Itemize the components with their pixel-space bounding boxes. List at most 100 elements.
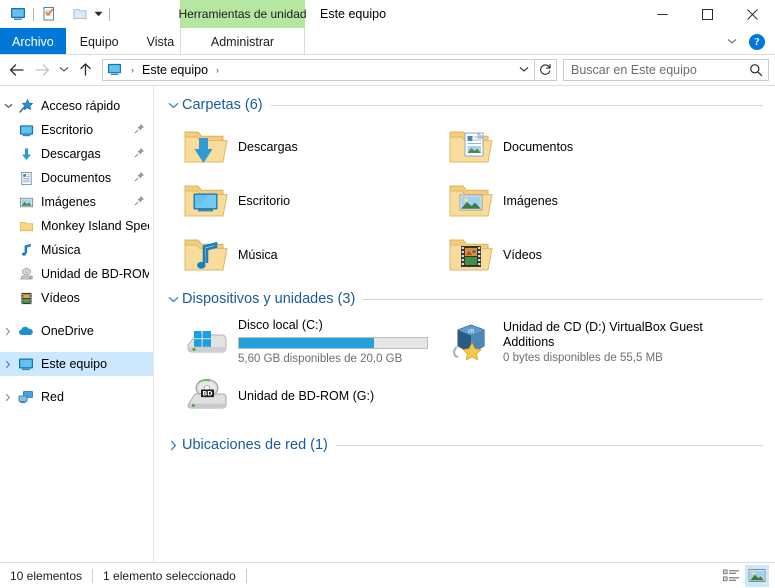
navigation-pane[interactable]: Acceso rápido Escritorio Descargas Docum… <box>0 86 154 562</box>
folder-tile-descargas[interactable]: Descargas <box>170 120 435 174</box>
search-icon[interactable] <box>744 60 768 80</box>
network-icon <box>16 389 36 405</box>
search-box[interactable] <box>563 58 769 81</box>
chevron-right-icon[interactable] <box>164 440 182 451</box>
refresh-button[interactable] <box>535 58 557 81</box>
sidebar-item-imagenes[interactable]: Imágenes <box>0 190 153 214</box>
search-input[interactable] <box>564 62 744 77</box>
chevron-down-icon[interactable] <box>723 32 741 52</box>
folder-tile-videos[interactable]: Vídeos <box>435 228 700 282</box>
group-title: Carpetas (6) <box>182 97 263 113</box>
breadcrumb-separator-trailing[interactable]: › <box>210 65 225 75</box>
folder-icon <box>16 219 36 234</box>
sidebar-item-label: Imágenes <box>41 195 96 209</box>
chevron-right-icon[interactable] <box>0 360 16 369</box>
chevron-right-icon[interactable] <box>0 393 16 402</box>
folder-tile-label: Vídeos <box>503 248 542 262</box>
folder-tile-label: Imágenes <box>503 194 558 208</box>
sidebar-item-monkey-island-spec[interactable]: Monkey Island Spec <box>0 214 153 238</box>
pin-star-icon <box>16 98 36 114</box>
sidebar-item-label: Documentos <box>41 171 112 185</box>
chevron-down-icon[interactable] <box>164 102 182 109</box>
virtualbox-cd-icon: VB <box>445 318 497 366</box>
sidebar-item-descargas[interactable]: Descargas <box>0 142 153 166</box>
capacity-bar-fill <box>239 338 375 348</box>
sidebar-item-label: Este equipo <box>41 357 108 371</box>
downloads-icon <box>16 147 36 162</box>
recent-locations-button[interactable] <box>54 58 73 82</box>
breadcrumb-separator[interactable]: › <box>125 65 140 75</box>
back-button[interactable] <box>4 58 29 82</box>
sidebar-item-red[interactable]: Red <box>0 385 153 409</box>
tab-administrar[interactable]: Administrar <box>205 28 280 55</box>
up-button[interactable] <box>73 58 98 82</box>
videos-icon <box>16 291 36 306</box>
drive-info: Disco local (C:) 5,60 GB disponibles de … <box>232 318 428 366</box>
capacity-bar <box>238 337 428 349</box>
toolbar-separator <box>109 7 110 21</box>
sidebar-item-label: Acceso rápido <box>41 99 121 113</box>
pin-icon[interactable] <box>134 147 145 161</box>
sidebar-item-este-equipo[interactable]: Este equipo <box>0 352 153 376</box>
svg-text:VB: VB <box>468 329 475 335</box>
pictures-icon <box>16 195 36 210</box>
sidebar-item-escritorio[interactable]: Escritorio <box>0 118 153 142</box>
desktop-folder-icon <box>180 177 232 225</box>
group-title: Dispositivos y unidades (3) <box>182 291 356 307</box>
details-view-button[interactable] <box>719 565 743 587</box>
sidebar-group-spacer <box>0 376 153 385</box>
folder-tile-label: Documentos <box>503 140 574 154</box>
group-header-carpetas[interactable]: Carpetas (6) <box>164 92 775 118</box>
breadcrumb[interactable]: › Este equipo › <box>102 58 535 81</box>
large-icons-view-button[interactable] <box>745 564 769 587</box>
minimize-button[interactable] <box>640 0 685 28</box>
status-separator <box>245 568 247 583</box>
chevron-down-icon[interactable] <box>0 103 16 109</box>
status-separator <box>92 568 94 583</box>
group-header-dispositivos[interactable]: Dispositivos y unidades (3) <box>164 286 775 312</box>
sidebar-item-acceso-rapido[interactable]: Acceso rápido <box>0 94 153 118</box>
sidebar-item-documentos[interactable]: Documentos <box>0 166 153 190</box>
drive-name: Unidad de CD (D:) VirtualBox Guest Addit… <box>503 319 703 349</box>
optical-drive-icon <box>16 267 36 282</box>
chevron-down-icon[interactable] <box>91 3 105 25</box>
file-explorer-window: Herramientas de unidad Este equipo Archi… <box>0 0 775 588</box>
chevron-down-icon[interactable] <box>514 60 534 80</box>
folder-tile-musica[interactable]: Música <box>170 228 435 282</box>
sidebar-item-videos[interactable]: Vídeos <box>0 286 153 310</box>
folder-tiles: Descargas Documentos Escritorio Imágenes… <box>164 120 775 282</box>
folder-tile-imagenes[interactable]: Imágenes <box>435 174 700 228</box>
pin-icon[interactable] <box>134 123 145 137</box>
group-header-ubicaciones-de-red[interactable]: Ubicaciones de red (1) <box>164 432 775 458</box>
pin-icon[interactable] <box>134 171 145 185</box>
folder-tile-escritorio[interactable]: Escritorio <box>170 174 435 228</box>
drive-tile-disco-local-c[interactable]: Disco local (C:) 5,60 GB disponibles de … <box>170 314 435 370</box>
content-pane[interactable]: Carpetas (6) Descargas Documentos Escrit… <box>154 86 775 562</box>
pin-icon[interactable] <box>134 195 145 209</box>
maximize-button[interactable] <box>685 0 730 28</box>
sidebar-item-unidad-bd-rom[interactable]: Unidad de BD-ROM <box>0 262 153 286</box>
drive-tile-unidad-bd-rom-g[interactable]: BD Unidad de BD-ROM (G:) <box>170 368 435 424</box>
contextual-tab-group: Administrar <box>180 28 305 55</box>
tab-archivo[interactable]: Archivo <box>0 28 66 55</box>
folder-tile-documentos[interactable]: Documentos <box>435 120 700 174</box>
group-divider <box>335 444 763 446</box>
sidebar-item-musica[interactable]: Música <box>0 238 153 262</box>
properties-icon[interactable] <box>38 3 60 25</box>
forward-button[interactable] <box>29 58 54 82</box>
drive-capacity-text: 0 bytes disponibles de 55,5 MB <box>503 351 663 364</box>
drive-capacity-text: 5,60 GB disponibles de 20,0 GB <box>238 353 403 365</box>
new-folder-icon[interactable] <box>69 3 91 25</box>
sidebar-group-spacer <box>0 310 153 319</box>
tab-equipo[interactable]: Equipo <box>66 28 133 55</box>
bd-rom-drive-icon: BD <box>180 372 232 420</box>
folder-tile-label: Música <box>238 248 278 262</box>
drive-tile-unidad-cd-d[interactable]: VB Unidad de CD (D:) VirtualBox Guest Ad… <box>435 314 765 370</box>
chevron-right-icon[interactable] <box>0 327 16 336</box>
help-icon[interactable]: ? <box>749 33 765 50</box>
sidebar-item-onedrive[interactable]: OneDrive <box>0 319 153 343</box>
this-pc-icon[interactable] <box>7 3 29 25</box>
close-button[interactable] <box>730 0 775 28</box>
chevron-down-icon[interactable] <box>164 296 182 303</box>
breadcrumb-item-este-equipo[interactable]: Este equipo <box>140 63 210 77</box>
